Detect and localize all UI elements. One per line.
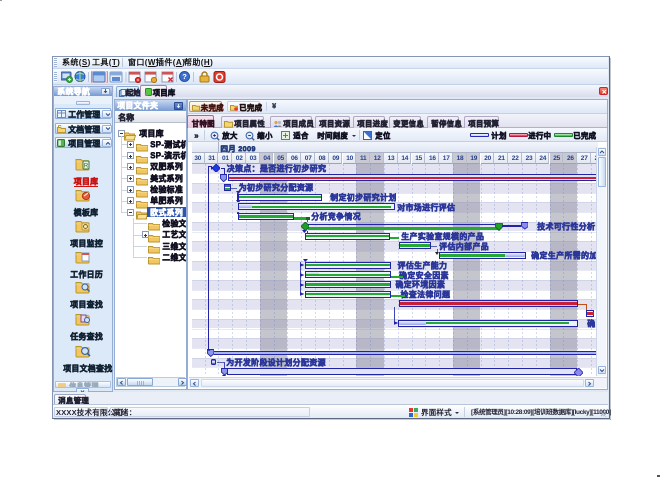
svg-text:R: R	[84, 164, 89, 170]
svg-text:?: ?	[182, 72, 187, 81]
